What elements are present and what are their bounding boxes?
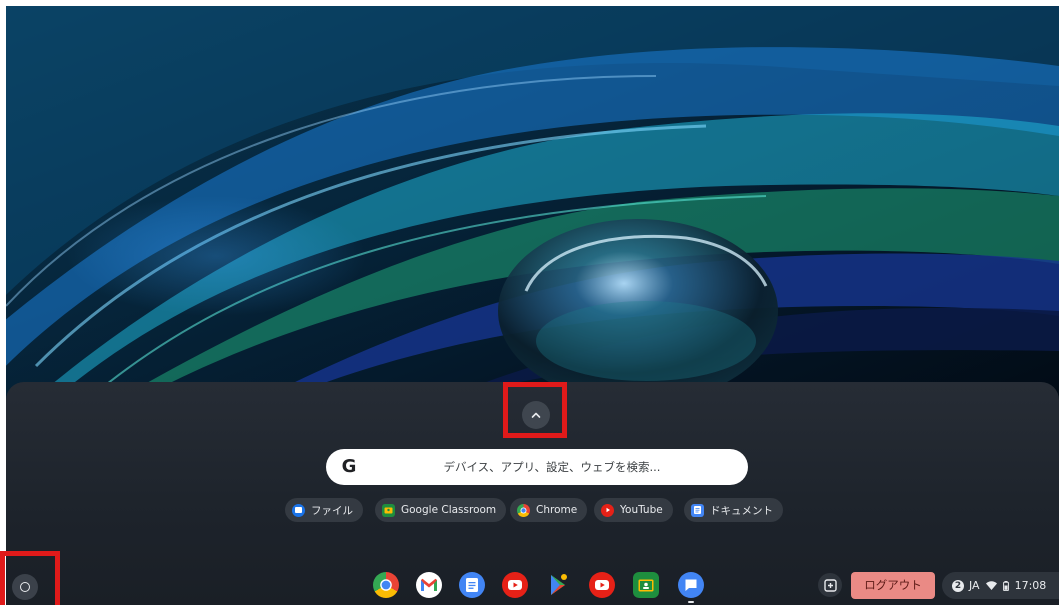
shelf-app-chrome[interactable] [373, 572, 399, 598]
chrome-icon [517, 503, 530, 517]
chip-label: ファイル [311, 504, 353, 517]
wallpaper-image [6, 6, 1059, 406]
classroom-icon [382, 503, 395, 517]
notification-count-badge: 2 [952, 579, 964, 592]
shelf-app-gmail[interactable] [416, 572, 442, 598]
chat-icon [685, 579, 697, 591]
clock-time: 17:08 [1014, 579, 1047, 592]
screen-capture-icon [823, 578, 837, 592]
search-placeholder: デバイス、アプリ、設定、ウェブを検索... [443, 460, 661, 474]
chromeos-screen: G デバイス、アプリ、設定、ウェブを検索... ファイル Google Clas… [0, 0, 1059, 605]
gmail-icon [421, 578, 437, 591]
youtube-icon [601, 503, 614, 517]
files-icon [292, 503, 305, 517]
chevron-up-icon [531, 412, 541, 418]
chip-label: Google Classroom [401, 504, 497, 516]
expand-launcher-button[interactable] [522, 401, 550, 429]
launcher-button[interactable] [12, 574, 38, 600]
shelf-app-youtube-music[interactable] [589, 572, 615, 598]
status-area[interactable]: 2 JA 17:08 [942, 572, 1059, 599]
classroom-icon [638, 579, 654, 591]
suggestion-chips: ファイル Google Classroom Chrome YouTube ドキュ… [0, 498, 1059, 522]
battery-icon [1002, 580, 1009, 591]
chrome-icon [380, 579, 392, 591]
shelf-app-docs[interactable] [459, 572, 485, 598]
chip-docs[interactable]: ドキュメント [684, 498, 783, 522]
launcher-search-box[interactable]: G デバイス、アプリ、設定、ウェブを検索... [326, 449, 748, 485]
running-indicator [688, 601, 694, 603]
shelf-app-play-store[interactable] [545, 572, 571, 598]
docs-icon [466, 578, 478, 592]
shelf-app-chat[interactable] [678, 572, 704, 598]
chip-label: Chrome [536, 504, 578, 516]
ime-indicator: JA [969, 579, 980, 592]
desktop-wallpaper [6, 6, 1059, 406]
youtube-icon [508, 580, 522, 590]
chip-classroom[interactable]: Google Classroom [375, 498, 507, 522]
chip-label: ドキュメント [710, 504, 773, 517]
docs-icon [691, 503, 704, 517]
chip-files[interactable]: ファイル [285, 498, 363, 522]
shelf-app-youtube[interactable] [502, 572, 528, 598]
shelf-app-classroom[interactable] [633, 572, 659, 598]
logout-button[interactable]: ログアウト [851, 572, 935, 599]
chip-label: YouTube [620, 504, 663, 516]
wifi-icon [985, 581, 997, 590]
google-g-icon: G [341, 456, 357, 477]
chip-chrome[interactable]: Chrome [510, 498, 588, 522]
play-store-icon [551, 574, 567, 595]
launcher-circle-icon [20, 582, 30, 592]
youtube-icon [595, 580, 609, 590]
capture-mode-button[interactable] [818, 573, 842, 597]
chip-youtube[interactable]: YouTube [594, 498, 673, 522]
